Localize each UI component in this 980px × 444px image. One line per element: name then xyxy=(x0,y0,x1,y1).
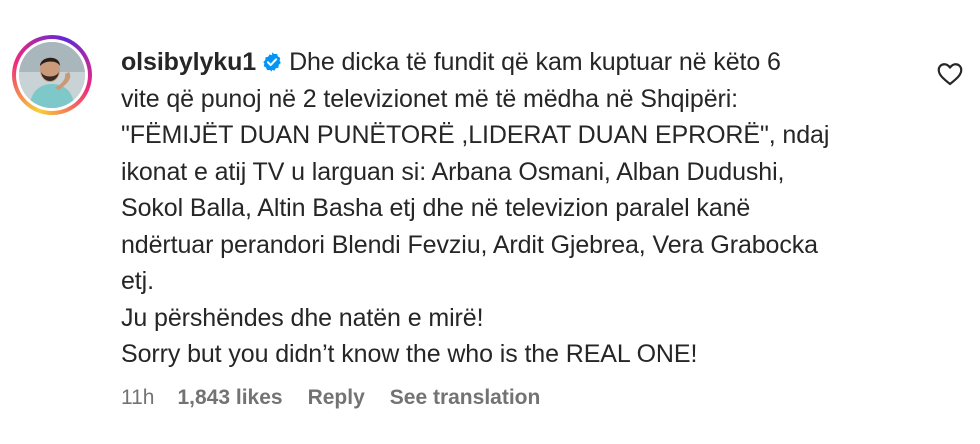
comment-text: olsibylyku1 Dhe dicka të fundit që kam ku… xyxy=(121,44,921,373)
username-link[interactable]: olsibylyku1 xyxy=(121,48,256,76)
comment-timestamp[interactable]: 11h xyxy=(121,386,154,410)
comment-line: Sorry but you didn’t know the who is the… xyxy=(121,340,698,368)
comment-content: olsibylyku1 Dhe dicka të fundit që kam ku… xyxy=(121,44,921,373)
likes-count-button[interactable]: 1,843 likes xyxy=(177,386,282,410)
avatar-image xyxy=(19,42,85,108)
avatar[interactable] xyxy=(12,35,92,115)
comment-item: olsibylyku1 Dhe dicka të fundit që kam ku… xyxy=(0,0,980,444)
comment-line: Sokol Balla, Altin Basha etj dhe në tele… xyxy=(121,194,751,222)
comment-line: vite që punoj në 2 televizionet më të më… xyxy=(121,84,739,113)
comment-line: Ju përshëndes dhe natën e mirë! xyxy=(121,303,484,332)
comment-meta: 11h 1,843 likes Reply See translation xyxy=(121,386,565,410)
comment-line: etj. xyxy=(121,267,154,295)
comment-line: ndërtuar perandori Blendi Fevziu, Ardit … xyxy=(121,230,818,259)
comment-line: Dhe dicka të fundit që kam kuptuar në kë… xyxy=(289,48,781,76)
person-avatar-icon xyxy=(19,42,85,108)
see-translation-button[interactable]: See translation xyxy=(390,386,541,410)
avatar-story-ring xyxy=(16,39,88,111)
heart-outline-icon[interactable] xyxy=(937,62,963,86)
reply-button[interactable]: Reply xyxy=(308,386,365,410)
verified-badge-icon xyxy=(263,52,281,72)
comment-line: "FËMIJËT DUAN PUNËTORË ,LIDERAT DUAN EPR… xyxy=(121,121,830,149)
comment-first-line: olsibylyku1 Dhe dicka të fundit që kam ku… xyxy=(121,48,781,76)
comment-line: ikonat e atij TV u larguan si: Arbana Os… xyxy=(121,157,785,186)
